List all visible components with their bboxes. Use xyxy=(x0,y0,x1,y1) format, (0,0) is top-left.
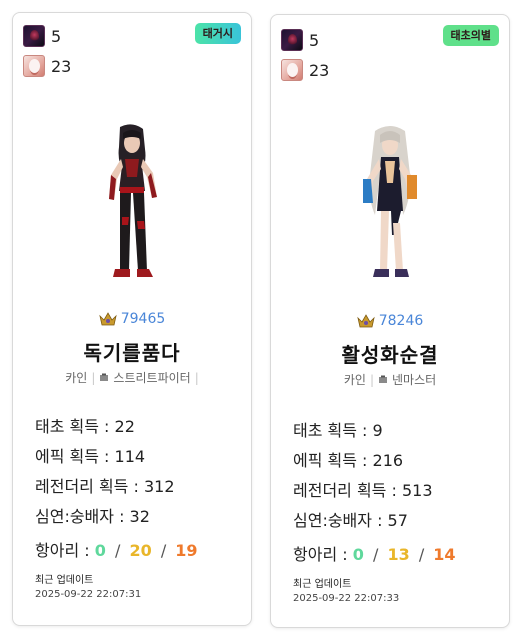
character-card-2[interactable]: 5 23 태초의별 78246 활성화순결 카인 | 넨마스터 태초 획득: … xyxy=(270,14,510,628)
job-class: 스트리트파이터 xyxy=(113,371,191,385)
fame-value: 78246 xyxy=(378,313,424,329)
slash: / xyxy=(114,541,121,560)
slash: / xyxy=(372,545,379,564)
fame-crown-icon xyxy=(357,314,375,328)
stat-b-value: 23 xyxy=(309,60,330,80)
updated-label: 최근 업데이트 xyxy=(293,579,352,590)
simyeon-count: 심연:숭배자 : 57 xyxy=(293,511,408,530)
hang-ari-orange: 19 xyxy=(175,541,198,560)
hang-ari-orange: 14 xyxy=(433,545,456,564)
white-character-icon xyxy=(281,59,303,81)
white-character-icon xyxy=(23,55,45,77)
updated-label: 최근 업데이트 xyxy=(35,575,94,586)
stat-row-a: 5 xyxy=(281,29,319,51)
stat-row-a: 5 xyxy=(23,25,61,47)
taecho-count: 태초 획득 : 22 xyxy=(35,417,135,436)
hang-ari-green: 0 xyxy=(352,545,364,564)
simyeon-count: 심연:숭배자 : 32 xyxy=(35,507,150,526)
fame-row: 79465 xyxy=(13,311,251,327)
job-icon xyxy=(378,375,387,383)
hang-ari-row: 항아리 : 0 / 13 / 14 xyxy=(293,541,456,565)
slash: / xyxy=(160,541,167,560)
updated-time: 2025-09-22 22:07:31 xyxy=(35,589,142,600)
updated-time: 2025-09-22 22:07:33 xyxy=(293,593,400,604)
slash: / xyxy=(418,545,425,564)
stat-a-value: 5 xyxy=(309,30,320,50)
character-job: 카인 | 넨마스터 xyxy=(271,371,509,388)
hang-ari-yellow: 13 xyxy=(387,545,410,564)
character-name[interactable]: 활성화순결 xyxy=(271,339,509,368)
fame-row: 78246 xyxy=(271,313,509,329)
dark-character-icon xyxy=(281,29,303,51)
epic-count: 에픽 획득 : 114 xyxy=(35,447,146,466)
job-base: 카인 xyxy=(65,371,88,385)
job-class: 넨마스터 xyxy=(391,373,437,387)
taecho-count: 태초 획득 : 9 xyxy=(293,421,383,440)
stat-row-b: 23 xyxy=(23,55,71,77)
stat-row-b: 23 xyxy=(281,59,329,81)
character-card-1[interactable]: 5 23 태거시 79465 독기를품다 카인 | 스트리트파이터 | 태초 획… xyxy=(12,12,252,626)
character-job: 카인 | 스트리트파이터 | xyxy=(13,369,251,386)
epic-count: 에픽 획득 : 216 xyxy=(293,451,404,470)
job-base: 카인 xyxy=(343,373,366,387)
hang-ari-label: 항아리 : xyxy=(293,545,348,564)
separator: | xyxy=(194,370,199,385)
hang-ari-label: 항아리 : xyxy=(35,541,90,560)
stat-b-value: 23 xyxy=(51,56,72,76)
fame-crown-icon xyxy=(99,312,117,326)
stat-a-value: 5 xyxy=(51,26,62,46)
character-portrait xyxy=(13,121,251,281)
separator: | xyxy=(369,372,374,387)
dark-character-icon xyxy=(23,25,45,47)
title-badge: 태거시 xyxy=(194,23,241,44)
title-badge: 태초의별 xyxy=(442,25,499,46)
separator: | xyxy=(91,370,96,385)
character-name[interactable]: 독기를품다 xyxy=(13,337,251,366)
legendary-count: 레전더리 획득 : 312 xyxy=(35,477,175,496)
fame-value: 79465 xyxy=(120,311,166,327)
character-portrait xyxy=(271,123,509,283)
hang-ari-yellow: 20 xyxy=(129,541,152,560)
hang-ari-row: 항아리 : 0 / 20 / 19 xyxy=(35,537,198,561)
hang-ari-green: 0 xyxy=(94,541,106,560)
job-icon xyxy=(100,373,109,381)
legendary-count: 레전더리 획득 : 513 xyxy=(293,481,433,500)
